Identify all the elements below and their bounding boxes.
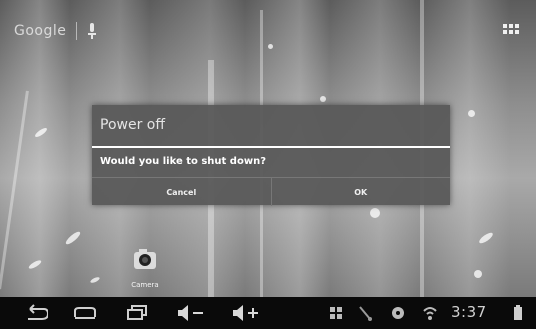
back-icon[interactable] — [22, 303, 48, 323]
sdcard-icon — [392, 307, 404, 319]
cancel-button[interactable]: Cancel — [92, 178, 271, 206]
dialog-message: Would you like to shut down? — [100, 156, 266, 167]
microphone-icon[interactable] — [87, 23, 97, 39]
dialog-title-divider — [92, 146, 450, 148]
google-logo[interactable]: Google — [14, 23, 66, 39]
camera-shortcut[interactable]: Camera — [130, 247, 160, 289]
wallpaper-petal — [268, 44, 273, 49]
wifi-icon — [423, 307, 437, 320]
wallpaper-petal — [89, 276, 101, 284]
navigation-bar: 3:37 — [0, 297, 536, 329]
ok-button[interactable]: OK — [272, 178, 451, 206]
wallpaper-petal — [468, 110, 475, 117]
home-icon[interactable] — [72, 303, 98, 323]
wallpaper-petal — [474, 270, 482, 278]
dialog-title: Power off — [100, 117, 165, 133]
wallpaper-petal — [477, 230, 495, 246]
wallpaper-petal — [33, 126, 49, 139]
battery-icon — [514, 305, 522, 320]
clock: 3:37 — [451, 303, 487, 321]
camera-label: Camera — [131, 281, 159, 289]
screenshot-icon — [330, 307, 342, 319]
apps-grid-icon[interactable] — [502, 22, 520, 40]
usb-icon — [359, 306, 372, 321]
volume-down-icon[interactable] — [176, 303, 206, 323]
google-search-bar[interactable]: Google — [14, 20, 97, 42]
power-off-dialog: Power off Would you like to shut down? C… — [92, 105, 450, 206]
wallpaper-streak — [0, 90, 29, 290]
camera-icon[interactable] — [133, 247, 157, 271]
volume-up-icon[interactable] — [231, 303, 261, 323]
dialog-button-bar: Cancel OK — [92, 177, 450, 206]
android-screen: Google Camera Power off Would you like t… — [0, 0, 536, 329]
search-divider — [76, 22, 78, 40]
recent-apps-icon[interactable] — [124, 303, 150, 323]
wallpaper-petal — [64, 229, 82, 247]
wallpaper-petal — [370, 208, 380, 218]
wallpaper-petal — [320, 96, 326, 102]
wallpaper-petal — [27, 258, 43, 271]
